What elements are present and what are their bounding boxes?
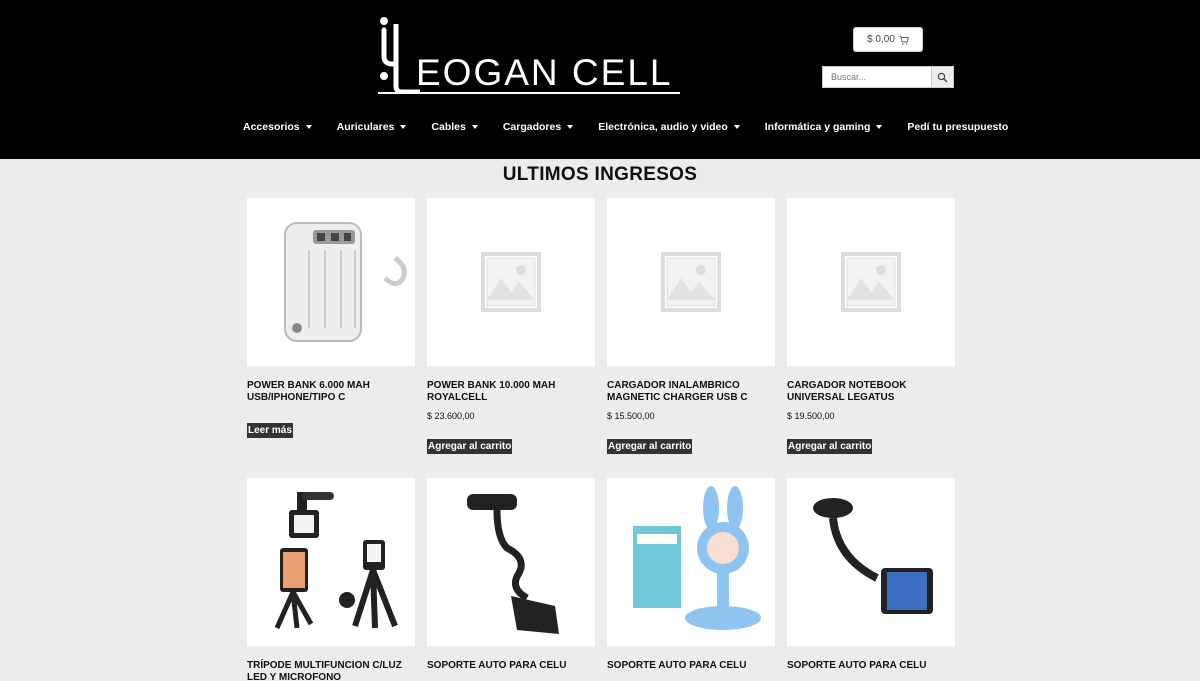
product-title[interactable]: SOPORTE AUTO PARA CELU	[787, 660, 955, 672]
product-image[interactable]	[787, 478, 955, 646]
chevron-down-icon	[471, 125, 478, 129]
add-to-cart-button[interactable]: Agregar al carrito	[427, 439, 513, 454]
site-header: EOGAN CELL $ 0,00 Accesorios Auriculares…	[0, 0, 1200, 159]
product-title[interactable]: SOPORTE AUTO PARA CELU	[607, 660, 775, 672]
nav-item-presupuesto[interactable]: Pedí tu presupuesto	[907, 121, 1008, 133]
product-card: POWER BANK 6.000 MAH USB/IPHONE/TIPO C L…	[247, 198, 415, 438]
product-image[interactable]	[787, 198, 955, 366]
chevron-down-icon	[400, 125, 407, 129]
chevron-down-icon	[733, 125, 740, 129]
logo-mark-icon	[380, 17, 420, 94]
search-form	[822, 66, 954, 88]
tripod-icon	[274, 492, 398, 630]
search-input[interactable]	[822, 66, 931, 88]
nav-item-accesorios[interactable]: Accesorios	[243, 121, 312, 133]
nav-label: Pedí tu presupuesto	[907, 121, 1009, 133]
product-title[interactable]: POWER BANK 10.000 MAH ROYALCELL	[427, 380, 595, 404]
nav-label: Informática y gaming	[764, 121, 871, 133]
product-image[interactable]	[607, 198, 775, 366]
nav-item-cargadores[interactable]: Cargadores	[502, 121, 574, 133]
nav-item-electronica[interactable]: Electrónica, audio y video	[598, 121, 740, 133]
cart-button[interactable]: $ 0,00	[853, 27, 923, 52]
nav-label: Cables	[431, 121, 466, 133]
product-title[interactable]: CARGADOR NOTEBOOK UNIVERSAL LEGATUS	[787, 380, 955, 404]
product-card: SOPORTE AUTO PARA CELU	[427, 478, 595, 672]
product-price: $ 15.500,00	[607, 411, 655, 421]
product-title[interactable]: TRÍPODE MULTIFUNCION C/LUZ LED Y MICROFO…	[247, 660, 415, 681]
chevron-down-icon	[567, 125, 574, 129]
product-image[interactable]	[607, 478, 775, 646]
nav-label: Auriculares	[336, 121, 395, 133]
read-more-button[interactable]: Leer más	[247, 423, 293, 438]
product-image[interactable]	[247, 478, 415, 646]
product-price: $ 23.600,00	[427, 411, 475, 421]
search-button[interactable]	[931, 66, 954, 88]
power-bank-icon	[284, 222, 407, 342]
site-logo[interactable]: EOGAN CELL	[376, 16, 682, 96]
logo-underline	[378, 92, 680, 94]
section-title: ULTIMOS INGRESOS	[502, 164, 698, 185]
cart-icon	[899, 35, 909, 44]
nav-item-cables[interactable]: Cables	[431, 121, 478, 133]
suction-holder-icon	[813, 498, 933, 614]
nav-label: Cargadores	[502, 121, 562, 133]
nav-item-auriculares[interactable]: Auriculares	[337, 121, 407, 133]
product-title[interactable]: POWER BANK 6.000 MAH USB/IPHONE/TIPO C	[247, 380, 415, 404]
image-placeholder-icon	[661, 252, 721, 312]
product-card: TRÍPODE MULTIFUNCION C/LUZ LED Y MICROFO…	[247, 478, 415, 681]
bunny-stand-icon	[633, 486, 761, 630]
add-to-cart-button[interactable]: Agregar al carrito	[787, 439, 873, 454]
logo-text: EOGAN CELL	[416, 52, 673, 93]
main-nav: Accesorios Auriculares Cables Cargadores…	[243, 121, 1008, 133]
image-placeholder-icon	[481, 252, 541, 312]
product-image[interactable]	[427, 198, 595, 366]
add-to-cart-button[interactable]: Agregar al carrito	[607, 439, 693, 454]
product-card: SOPORTE AUTO PARA CELU	[787, 478, 955, 672]
product-title[interactable]: SOPORTE AUTO PARA CELU	[427, 660, 595, 672]
chevron-down-icon	[305, 125, 312, 129]
product-card: CARGADOR NOTEBOOK UNIVERSAL LEGATUS $ 19…	[787, 198, 955, 454]
search-icon	[937, 72, 948, 82]
chevron-down-icon	[876, 125, 883, 129]
product-price: $ 19.500,00	[787, 411, 835, 421]
nav-label: Accesorios	[243, 121, 300, 133]
gooseneck-holder-icon	[467, 494, 559, 634]
product-card: POWER BANK 10.000 MAH ROYALCELL $ 23.600…	[427, 198, 595, 454]
product-card: CARGADOR INALAMBRICO MAGNETIC CHARGER US…	[607, 198, 775, 454]
product-card: SOPORTE AUTO PARA CELU	[607, 478, 775, 672]
image-placeholder-icon	[841, 252, 901, 312]
product-image[interactable]	[247, 198, 415, 366]
nav-item-informatica[interactable]: Informática y gaming	[765, 121, 883, 133]
product-title[interactable]: CARGADOR INALAMBRICO MAGNETIC CHARGER US…	[607, 380, 775, 404]
product-image[interactable]	[427, 478, 595, 646]
cart-total: $ 0,00	[867, 34, 895, 45]
nav-label: Electrónica, audio y video	[598, 121, 728, 133]
